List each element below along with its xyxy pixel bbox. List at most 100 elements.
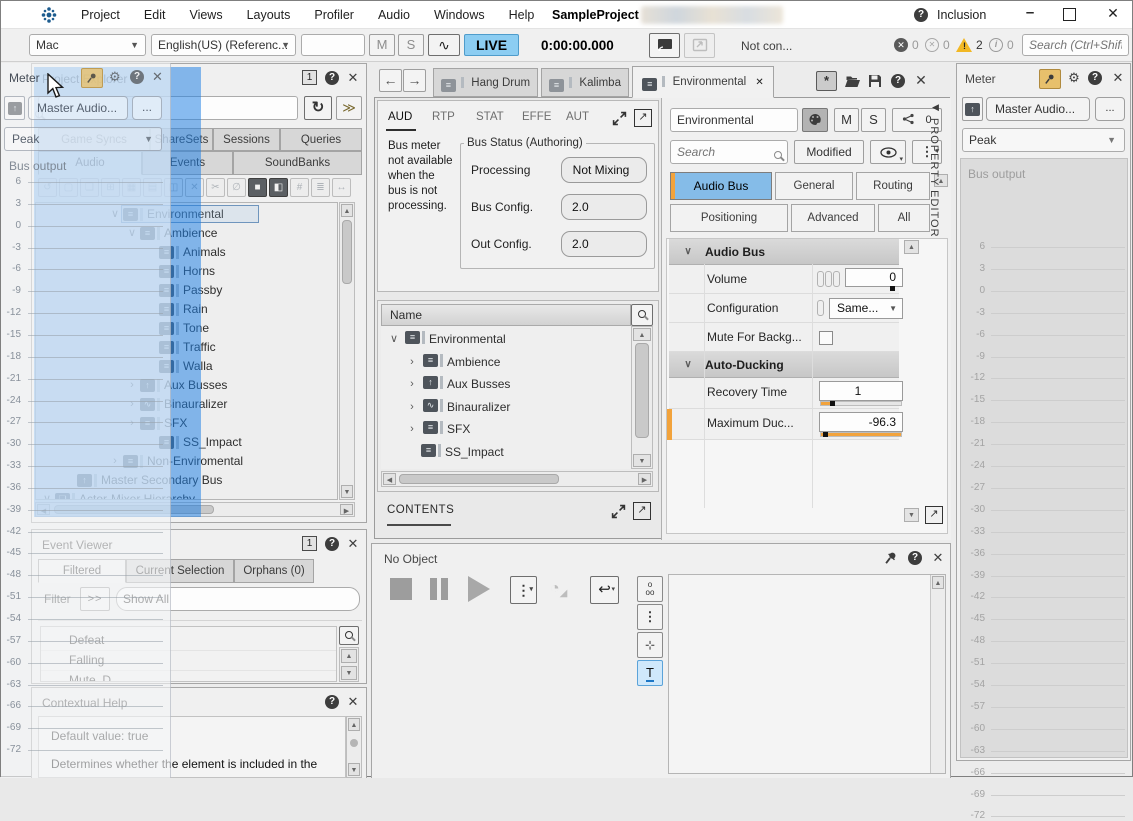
menu-edit[interactable]: Edit <box>144 8 166 22</box>
excluded-icon[interactable]: ✕ <box>925 38 939 52</box>
help-icon[interactable]: ? <box>325 537 339 551</box>
live-button[interactable]: LIVE <box>464 34 519 56</box>
menu-profiler[interactable]: Profiler <box>314 8 354 22</box>
watch-button[interactable]: ▾ <box>870 140 906 164</box>
recovery-time-slider[interactable] <box>820 401 902 406</box>
expand-view-icon[interactable] <box>611 504 626 519</box>
solo-button[interactable]: S <box>861 108 886 132</box>
close-icon[interactable]: ✕ <box>345 70 361 86</box>
global-search-input[interactable] <box>1022 34 1129 56</box>
popout-view-icon[interactable]: ↗ <box>634 109 652 127</box>
tab-soundbanks[interactable]: SoundBanks <box>233 151 362 175</box>
menu-project[interactable]: Project <box>81 8 120 22</box>
pin-button[interactable] <box>1039 69 1061 89</box>
chevron-right-icon[interactable]: › <box>405 351 419 374</box>
list-mode-button[interactable]: ⋮ <box>637 604 663 630</box>
tab-queries[interactable]: Queries <box>280 128 362 151</box>
bus-view-icon[interactable]: ■ <box>248 178 267 197</box>
configuration-select[interactable]: Same...▼ <box>829 298 903 319</box>
minimize-button[interactable]: – <box>1015 3 1045 27</box>
play-options-button[interactable]: ⋮▾ <box>510 576 537 604</box>
close-icon[interactable]: ✕ <box>1110 70 1126 86</box>
pause-button[interactable] <box>428 578 450 600</box>
tree-row[interactable]: ›↑Aux Busses <box>381 373 631 396</box>
view-instance-badge[interactable]: 1 <box>302 536 317 551</box>
tree-row[interactable]: ›≡SFX <box>381 418 631 441</box>
chevron-right-icon[interactable]: › <box>405 396 419 419</box>
schematic-icon[interactable]: # <box>290 178 309 197</box>
chevron-right-icon[interactable]: › <box>405 418 419 441</box>
platform-select[interactable]: Mac▼ <box>29 34 146 56</box>
property-scroll-down[interactable]: ▼ <box>904 508 919 522</box>
doc-tab-kalimba[interactable]: ≡ Kalimba <box>541 68 629 97</box>
menu-views[interactable]: Views <box>189 8 222 22</box>
close-tab-icon[interactable]: ✕ <box>755 77 763 88</box>
close-icon[interactable]: ✕ <box>345 536 361 552</box>
play-button[interactable] <box>468 576 490 602</box>
info-icon[interactable]: i <box>989 38 1003 52</box>
editor-subtab-aut[interactable]: AUT <box>566 111 596 129</box>
close-icon[interactable]: ✕ <box>930 550 946 566</box>
editor-subtab-stat[interactable]: STAT <box>476 111 506 129</box>
mute-background-checkbox[interactable] <box>819 331 833 345</box>
mute-all-button[interactable]: M <box>369 34 395 56</box>
delay-playback-icon[interactable]: ◔◢ <box>550 580 567 599</box>
help-icon[interactable]: ? <box>908 551 922 565</box>
help-icon[interactable]: ? <box>1088 71 1102 85</box>
color-button[interactable] <box>802 108 828 132</box>
tree-row[interactable]: ›∿Binauralizer <box>381 396 631 419</box>
text-mode-button[interactable]: T <box>637 660 663 686</box>
modified-button[interactable]: Modified <box>794 140 864 164</box>
reset-button[interactable]: ↩▾ <box>590 576 619 604</box>
expand-view-icon[interactable] <box>612 111 627 126</box>
back-button[interactable]: ← <box>379 69 402 92</box>
close-button[interactable]: ✕ <box>1099 5 1127 25</box>
volume-slider[interactable] <box>846 287 902 292</box>
pin-icon[interactable] <box>884 551 898 565</box>
tab-advanced[interactable]: Advanced <box>791 204 875 232</box>
maximum-ducking-value[interactable]: -96.3 <box>819 412 903 432</box>
error-icon[interactable]: ✕ <box>894 38 908 52</box>
bus-icon-button[interactable]: ↑ <box>962 97 983 121</box>
tab-audio-bus[interactable]: Audio Bus <box>670 172 772 200</box>
name-hscrollbar[interactable]: ◀ ▶ <box>381 471 653 487</box>
nodes-mode-button[interactable]: ⊹ <box>637 632 663 658</box>
meter-bus-browse[interactable]: ... <box>1095 97 1125 121</box>
cut-icon[interactable]: ✂ <box>206 178 225 197</box>
tab-positioning[interactable]: Positioning <box>670 204 788 232</box>
blank-field[interactable] <box>301 34 365 56</box>
open-view-icon[interactable] <box>844 75 861 88</box>
tree-row[interactable]: ›≡Ambience <box>381 351 631 374</box>
game-object-button[interactable]: ooo <box>637 576 663 602</box>
meter-bus-select[interactable]: Master Audio... <box>986 97 1090 121</box>
event-search-button[interactable] <box>339 626 359 645</box>
editor-subtab-rtp[interactable]: RTP <box>432 111 462 129</box>
view-instance-badge[interactable]: 1 <box>302 70 317 85</box>
table-icon[interactable]: ≣ <box>311 178 330 197</box>
menu-help[interactable]: Help <box>509 8 535 22</box>
language-select[interactable]: English(US) (Referenc...▼ <box>151 34 296 56</box>
editor-subtab-effe[interactable]: EFFE <box>522 111 552 129</box>
event-vscrollbar[interactable]: ▲ ▼ <box>339 647 359 682</box>
save-icon[interactable] <box>868 74 882 88</box>
tab-contents[interactable]: CONTENTS <box>387 504 454 516</box>
doc-tab-hang-drum[interactable]: ≡ Hang Drum <box>433 68 538 97</box>
object-name-field[interactable]: Environmental <box>670 108 798 132</box>
remote-connect-button[interactable] <box>649 33 680 58</box>
rtpc-widget-icon[interactable] <box>833 271 840 287</box>
explorer-vscrollbar[interactable]: ▲ ▼ <box>339 202 355 500</box>
transport-vscrollbar[interactable]: ▲ <box>930 575 945 773</box>
rtpc-monitor-button[interactable]: ∿ <box>428 34 460 56</box>
mute-button[interactable]: M <box>834 108 859 132</box>
forward-button[interactable]: → <box>403 69 426 92</box>
tab-general[interactable]: General <box>775 172 853 200</box>
mixer-view-icon[interactable]: ◧ <box>269 178 288 197</box>
tree-row[interactable]: ∨≡Environmental <box>381 328 631 351</box>
rtpc-widget-icon[interactable] <box>817 300 824 316</box>
filter-expand-button[interactable]: ≫ <box>336 96 362 120</box>
chevron-down-icon[interactable]: ∨ <box>387 328 401 351</box>
editor-subtab-aud[interactable]: AUD <box>388 111 418 129</box>
refresh-button[interactable]: ↻ <box>304 96 332 120</box>
rtpc-widget-icon[interactable] <box>817 271 824 287</box>
solo-all-button[interactable]: S <box>398 34 424 56</box>
